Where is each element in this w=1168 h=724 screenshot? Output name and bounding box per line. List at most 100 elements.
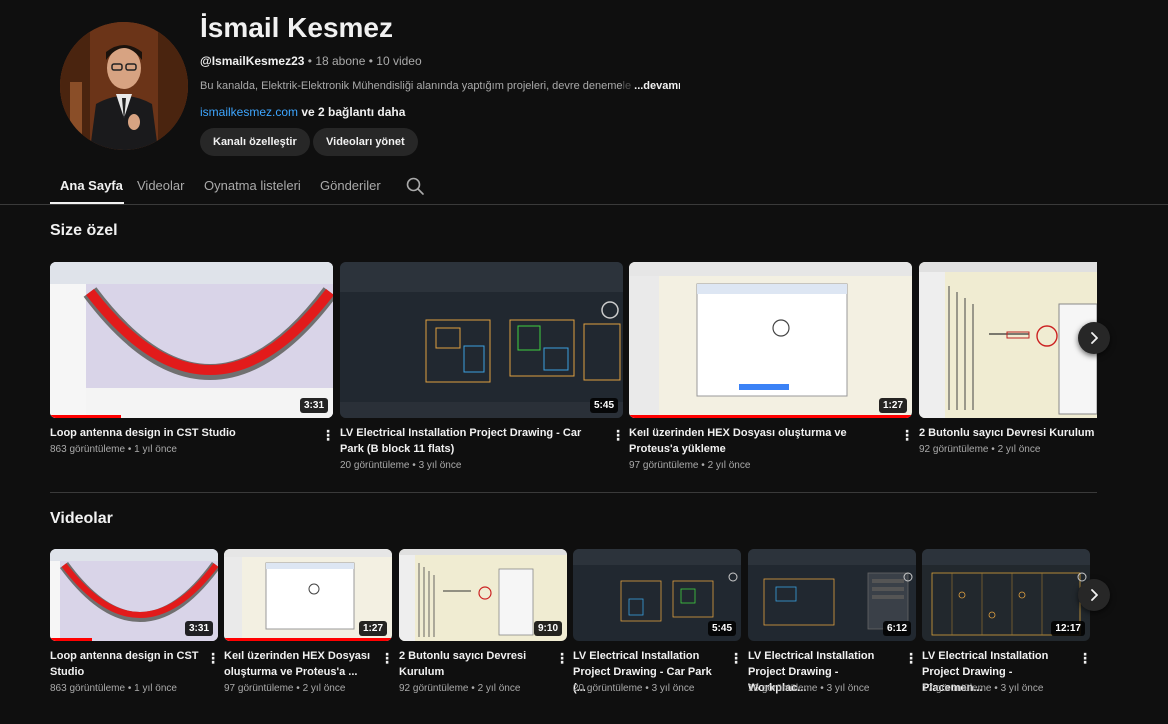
- video-title[interactable]: 2 Butonlu sayıcı Devresi Kurulum: [399, 648, 549, 680]
- description-fade: le: [622, 80, 632, 92]
- video-title[interactable]: Loop antenna design in CST Studio: [50, 648, 200, 680]
- video-meta: 863 görüntüleme • 1 yıl önce: [50, 444, 177, 455]
- upload-age: 2 yıl önce: [997, 444, 1041, 455]
- separator: •: [307, 54, 312, 68]
- upload-age: 3 yıl önce: [826, 683, 870, 694]
- section-title-for-you: Size özel: [50, 222, 118, 239]
- video-thumbnail[interactable]: 5:45: [340, 262, 623, 418]
- tab-playlists[interactable]: Oynatma listeleri: [204, 178, 301, 193]
- more-links[interactable]: ve 2 bağlantı daha: [298, 105, 405, 119]
- upload-age: 1 yıl önce: [134, 444, 177, 455]
- video-meta: 20 görüntüleme • 3 yıl önce: [573, 683, 695, 694]
- tab-posts[interactable]: Gönderiler: [320, 178, 381, 193]
- channel-meta: @IsmailKesmez23 • 18 abone • 10 video: [200, 54, 422, 68]
- separator: •: [368, 54, 373, 68]
- video-title[interactable]: LV Electrical Installation Project Drawi…: [340, 425, 605, 457]
- kebab-menu-icon[interactable]: ⋮: [555, 650, 569, 666]
- video-thumbnail[interactable]: 12:17: [922, 549, 1090, 641]
- channel-description[interactable]: Bu kanalda, Elektrik-Elektronik Mühendis…: [200, 80, 680, 92]
- video-meta: 92 görüntüleme • 2 yıl önce: [919, 444, 1041, 455]
- subscriber-count: 18 abone: [315, 54, 366, 68]
- upload-age: 2 yıl önce: [302, 683, 346, 694]
- video-count: 10 video: [376, 54, 422, 68]
- video-title[interactable]: Keıl üzerinden HEX Dosyası oluşturma ve …: [629, 425, 894, 457]
- view-count: 92 görüntüleme: [399, 683, 469, 694]
- view-count: 863 görüntüleme: [50, 444, 126, 455]
- description-more-link[interactable]: ...devamı: [634, 80, 680, 92]
- tab-videos[interactable]: Videolar: [137, 178, 184, 193]
- tabs-divider: [0, 204, 1168, 205]
- upload-age: 3 yıl önce: [651, 683, 695, 694]
- watch-progress: [224, 638, 392, 641]
- upload-age: 1 yıl önce: [134, 683, 177, 694]
- video-thumbnail[interactable]: 3:31: [50, 549, 218, 641]
- video-title[interactable]: Loop antenna design in CST Studio: [50, 425, 310, 441]
- thumbnail-image: [340, 262, 623, 418]
- video-thumbnail[interactable]: 1:27: [224, 549, 392, 641]
- view-count: 863 görüntüleme: [50, 683, 126, 694]
- thumbnail-image: [629, 262, 912, 418]
- view-count: 20 görüntüleme: [573, 683, 643, 694]
- chevron-right-icon: [1091, 589, 1098, 601]
- upload-age: 2 yıl önce: [477, 683, 521, 694]
- channel-links: ismailkesmez.com ve 2 bağlantı daha: [200, 105, 405, 119]
- view-count: 16 görüntüleme: [748, 683, 818, 694]
- video-thumbnail[interactable]: 6:12: [748, 549, 916, 641]
- video-thumbnail[interactable]: 3:31: [50, 262, 333, 418]
- upload-age: 3 yıl önce: [418, 460, 462, 471]
- kebab-menu-icon[interactable]: ⋮: [904, 650, 918, 666]
- video-duration: 1:27: [358, 621, 387, 636]
- video-duration: 3:31: [299, 398, 328, 413]
- customize-channel-button[interactable]: Kanalı özelleştir: [200, 128, 310, 156]
- watch-progress: [50, 415, 121, 418]
- view-count: 17 görüntüleme: [922, 683, 992, 694]
- kebab-menu-icon[interactable]: ⋮: [206, 650, 220, 666]
- section-divider: [50, 492, 1097, 493]
- description-text: Bu kanalda, Elektrik-Elektronik Mühendis…: [200, 80, 623, 92]
- channel-website-link[interactable]: ismailkesmez.com: [200, 105, 298, 119]
- thumbnail-image: [919, 262, 1097, 418]
- video-meta: 20 görüntüleme • 3 yıl önce: [340, 460, 462, 471]
- video-meta: 17 görüntüleme • 3 yıl önce: [922, 683, 1044, 694]
- upload-age: 3 yıl önce: [1000, 683, 1044, 694]
- next-button[interactable]: [1078, 322, 1110, 354]
- watch-progress: [50, 638, 92, 641]
- kebab-menu-icon[interactable]: ⋮: [380, 650, 394, 666]
- video-duration: 5:45: [589, 398, 618, 413]
- video-title[interactable]: 2 Butonlu sayıcı Devresi Kurulum: [919, 425, 1097, 441]
- video-duration: 3:31: [184, 621, 213, 636]
- upload-age: 2 yıl önce: [707, 460, 751, 471]
- video-duration: 12:17: [1051, 621, 1085, 636]
- video-duration: 5:45: [707, 621, 736, 636]
- video-thumbnail[interactable]: 1:27: [629, 262, 912, 418]
- kebab-menu-icon[interactable]: ⋮: [611, 427, 625, 443]
- view-count: 97 görüntüleme: [224, 683, 294, 694]
- video-meta: 863 görüntüleme • 1 yıl önce: [50, 683, 177, 694]
- channel-name: İsmail Kesmez: [200, 12, 393, 43]
- manage-videos-button[interactable]: Videoları yönet: [313, 128, 418, 156]
- next-button[interactable]: [1078, 579, 1110, 611]
- video-thumbnail[interactable]: [919, 262, 1097, 418]
- thumbnail-image: [50, 262, 333, 418]
- video-meta: 97 görüntüleme • 2 yıl önce: [224, 683, 346, 694]
- video-duration: 1:27: [878, 398, 907, 413]
- search-icon[interactable]: [405, 176, 425, 196]
- kebab-menu-icon[interactable]: ⋮: [729, 650, 743, 666]
- avatar-image: [60, 22, 188, 150]
- view-count: 20 görüntüleme: [340, 460, 410, 471]
- channel-avatar[interactable]: [60, 22, 188, 150]
- watch-progress: [629, 415, 912, 418]
- video-meta: 92 görüntüleme • 2 yıl önce: [399, 683, 521, 694]
- video-thumbnail[interactable]: 9:10: [399, 549, 567, 641]
- kebab-menu-icon[interactable]: ⋮: [321, 427, 335, 443]
- view-count: 97 görüntüleme: [629, 460, 699, 471]
- view-count: 92 görüntüleme: [919, 444, 989, 455]
- video-duration: 6:12: [882, 621, 911, 636]
- video-title[interactable]: Keıl üzerinden HEX Dosyası oluşturma ve …: [224, 648, 374, 680]
- chevron-right-icon: [1091, 332, 1098, 344]
- kebab-menu-icon[interactable]: ⋮: [900, 427, 914, 443]
- tab-home[interactable]: Ana Sayfa: [60, 178, 123, 193]
- kebab-menu-icon[interactable]: ⋮: [1078, 650, 1092, 666]
- video-thumbnail[interactable]: 5:45: [573, 549, 741, 641]
- video-meta: 16 görüntüleme • 3 yıl önce: [748, 683, 870, 694]
